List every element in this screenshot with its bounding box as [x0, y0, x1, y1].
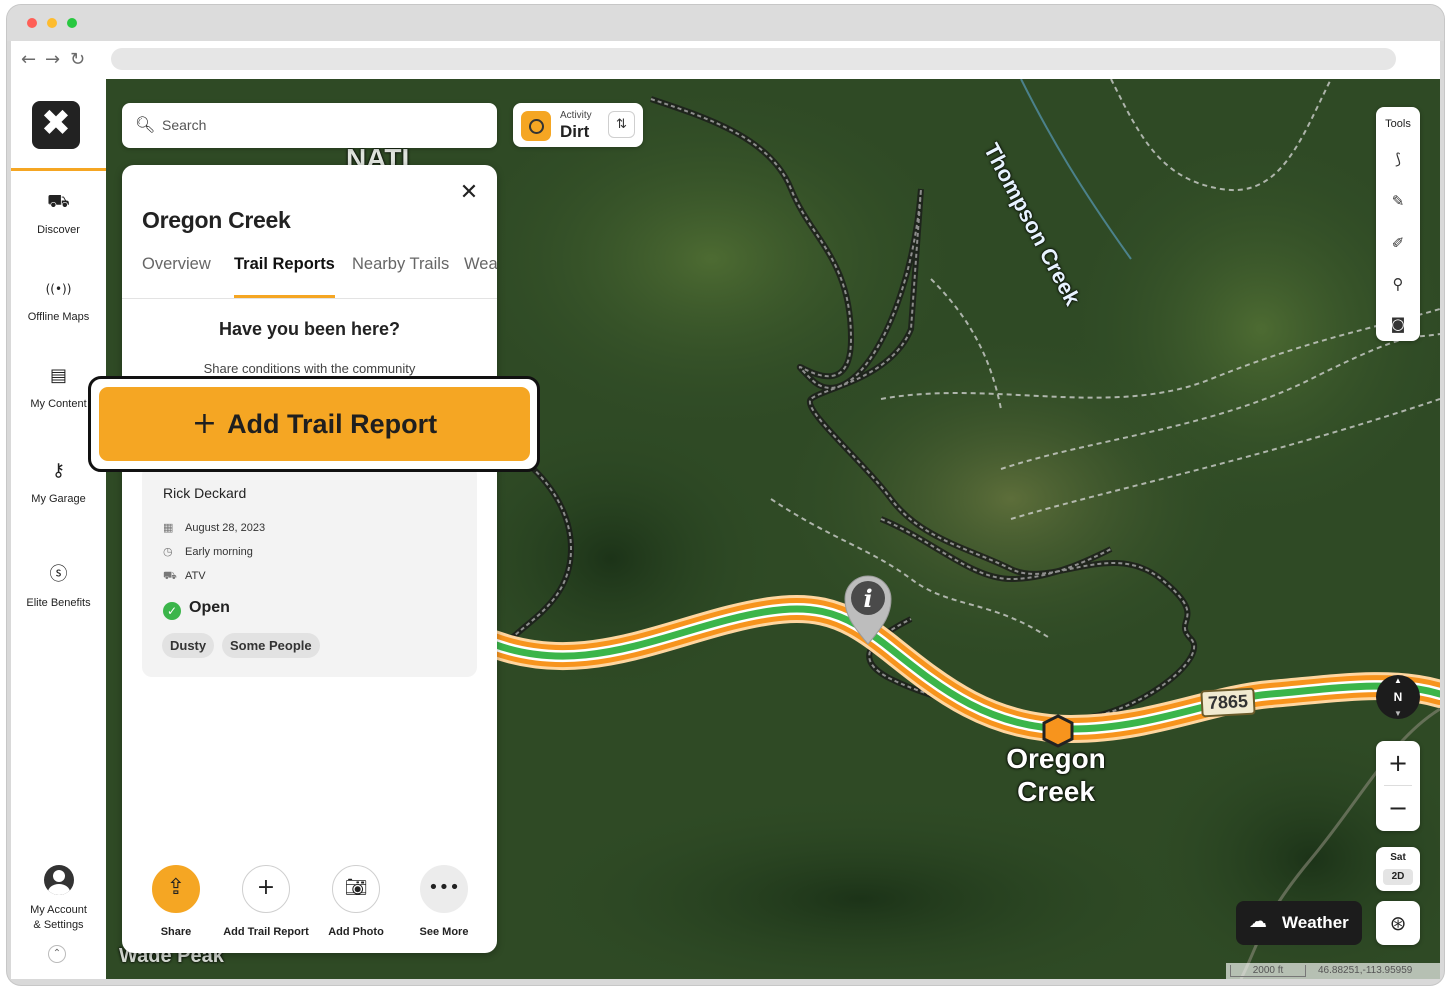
address-bar: ← → ↻ [11, 41, 1440, 79]
trail-detail-panel: ✕ Oregon Creek Overview Trail Reports Ne… [122, 165, 497, 953]
tab-weather[interactable]: Weather [464, 255, 497, 298]
panel-action-bar: ⇪ Share + Add Trail Report 📷︎ Add Photo … [122, 865, 497, 953]
layer-type: Sat [1390, 852, 1406, 863]
maximize-window-dot[interactable] [67, 18, 77, 28]
weather-button[interactable]: ☁ Weather [1236, 901, 1362, 945]
compass-button[interactable]: N [1376, 675, 1420, 719]
draw-line-icon[interactable]: ✎ [1376, 192, 1420, 210]
tab-trail-reports[interactable]: Trail Reports [234, 255, 335, 298]
reload-icon[interactable]: ↻ [70, 49, 85, 70]
scale-bar: 2000 ft 46.88251,-113.95959 [1226, 963, 1440, 979]
condition-tag: Some People [222, 633, 320, 658]
activity-label: Activity [560, 110, 592, 121]
report-author: Rick Deckard [163, 485, 247, 501]
dirt-activity-icon [521, 111, 551, 141]
rail-item-elite-benefits[interactable]: ⓢ Elite Benefits [11, 562, 106, 611]
add-photo-button[interactable]: 📷︎ Add Photo [311, 865, 401, 938]
road-number-shield: 7865 [1200, 687, 1256, 718]
rail-item-label: My Garage [31, 493, 86, 505]
layer-mode: 2D [1383, 869, 1413, 885]
rail-item-offline-maps[interactable]: ((•)) Offline Maps [11, 276, 106, 325]
tab-nearby-trails[interactable]: Nearby Trails [352, 255, 449, 298]
rail-item-discover[interactable]: ⛟ Discover [11, 189, 106, 238]
offline-maps-icon: ((•)) [45, 282, 72, 296]
activity-value: Dirt [560, 122, 590, 141]
pin-icon[interactable]: ⚲ [1376, 275, 1420, 293]
report-time-row: ◷ Early morning [163, 545, 253, 558]
close-window-dot[interactable] [27, 18, 37, 28]
action-label: Add Photo [328, 926, 384, 938]
filter-icon[interactable]: ⇅ [608, 111, 635, 138]
title-bar [7, 5, 1444, 41]
search-bar[interactable]: 🔍︎ [122, 103, 497, 148]
avatar [43, 865, 74, 895]
add-trail-report-button[interactable]: + Add Trail Report [99, 387, 530, 461]
prompt-subtitle: Share conditions with the community [203, 361, 416, 376]
tools-label: Tools [1385, 118, 1411, 130]
camera-icon[interactable]: ◙ [1376, 315, 1420, 333]
plus-icon: + [191, 406, 218, 441]
search-icon: 🔍︎ [135, 115, 156, 134]
draw-shape-icon[interactable]: ✐ [1376, 234, 1420, 252]
zoom-controls: + − [1376, 741, 1420, 831]
clock-icon: ◷ [163, 545, 173, 558]
check-circle-icon: ✓ [163, 602, 181, 620]
calendar-icon: ▦ [163, 521, 174, 534]
coordinate-readout: 46.88251,-113.95959 [1318, 965, 1413, 976]
activity-selector[interactable]: Activity Dirt ⇅ [513, 103, 643, 147]
scale-distance: 2000 ft [1230, 965, 1306, 977]
forward-icon[interactable]: → [45, 49, 60, 70]
camera-icon: 📷︎ [332, 865, 380, 913]
browser-window: ← → ↻ i NATI Thompson Creek Oregon Creek… [7, 5, 1444, 985]
action-label: Share [160, 926, 192, 938]
app-viewport: i NATI Thompson Creek Oregon Creek 7865 … [11, 79, 1440, 979]
action-label: Add Trail Report [223, 926, 309, 938]
weather-label: Weather [1282, 913, 1349, 932]
weather-icon: ☁ [1249, 911, 1267, 932]
svg-text:i: i [863, 584, 872, 613]
report-vehicle-row: ⛟ ATV [163, 569, 206, 582]
chevron-up-icon[interactable]: ⌃ [48, 945, 66, 963]
action-label: See More [419, 926, 469, 938]
tabs-divider [122, 298, 497, 299]
rail-item-label: Elite Benefits [26, 597, 91, 609]
tools-toolbar: Tools ⟆ ✎ ✐ ⚲ ◙ [1376, 107, 1420, 341]
zoom-out-button[interactable]: − [1376, 786, 1420, 830]
rail-divider [11, 168, 106, 171]
minimize-window-dot[interactable] [47, 18, 57, 28]
more-icon: ••• [420, 865, 468, 913]
rail-item-label: Discover [37, 224, 80, 236]
elite-benefits-icon: ⓢ [49, 564, 68, 585]
add-trail-report-highlight: + Add Trail Report [88, 376, 540, 472]
prompt-heading: Have you been here? [218, 319, 401, 339]
zoom-in-button[interactable]: + [1376, 741, 1420, 785]
app-logo[interactable]: ✖ [32, 101, 80, 149]
atv-icon: ⛟ [163, 569, 177, 582]
share-button[interactable]: ⇪ Share [131, 865, 221, 938]
left-rail: ✖ ⛟ Discover ((•)) Offline Maps ▤ My Con… [11, 79, 106, 979]
url-field[interactable] [111, 48, 1396, 70]
close-icon[interactable]: ✕ [455, 179, 483, 207]
back-icon[interactable]: ← [21, 49, 36, 70]
discover-icon: ⛟ [47, 191, 70, 212]
locate-button[interactable]: ⊛ [1376, 901, 1420, 945]
status-badge: ✓ Open [163, 599, 230, 620]
map-layer-toggle[interactable]: Sat 2D [1376, 847, 1420, 891]
route-tool-icon[interactable]: ⟆ [1376, 150, 1420, 168]
plus-icon: + [242, 865, 290, 913]
rail-item-label: My Account & Settings [30, 904, 87, 931]
tab-overview[interactable]: Overview [142, 255, 211, 298]
report-date-row: ▦ August 28, 2023 [163, 521, 266, 534]
search-input[interactable] [162, 115, 482, 135]
rail-item-account[interactable]: My Account & Settings [11, 865, 106, 933]
page-title: Oregon Creek [142, 207, 291, 233]
trail-report-card[interactable]: Rick Deckard ▦ August 28, 2023 ◷ Early mor… [142, 465, 477, 677]
share-icon: ⇪ [152, 865, 200, 913]
add-trail-report-action-button[interactable]: + Add Trail Report [221, 865, 311, 938]
see-more-button[interactable]: ••• See More [399, 865, 489, 938]
condition-tag: Dusty [162, 633, 215, 658]
map-place-label[interactable]: Oregon Creek [996, 742, 1116, 808]
rail-item-label: Offline Maps [27, 311, 90, 323]
